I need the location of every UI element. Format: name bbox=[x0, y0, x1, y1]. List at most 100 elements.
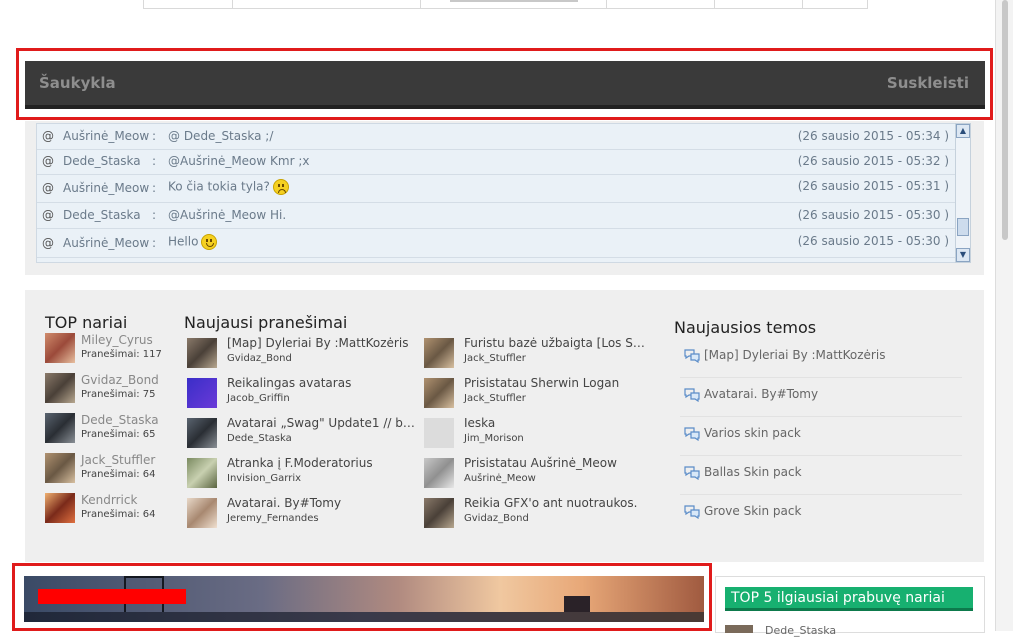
top5-title: TOP 5 ilgiausiai prabuvę nariai bbox=[731, 590, 945, 606]
mention-icon[interactable]: @ bbox=[42, 208, 54, 222]
shout-time: (26 sausio 2015 - 05:30 ) bbox=[797, 234, 949, 248]
avatar[interactable] bbox=[187, 338, 217, 368]
page-scrollbar[interactable] bbox=[995, 0, 1013, 631]
post-author[interactable]: Jacob_Griffin bbox=[227, 393, 290, 404]
mention-icon[interactable]: @ bbox=[42, 154, 54, 168]
shout-user[interactable]: Dede_Staska bbox=[63, 208, 141, 222]
shout-separator: : bbox=[152, 208, 157, 222]
shout-user[interactable]: Aušrinė_Meow bbox=[63, 129, 149, 143]
topic-item[interactable]: Ballas Skin pack bbox=[680, 456, 962, 495]
top-navigation bbox=[143, 0, 868, 9]
nav-tab[interactable] bbox=[715, 0, 803, 8]
post-item[interactable]: Ieska Jim_Morison bbox=[424, 416, 654, 452]
post-item[interactable]: Reikalingas avataras Jacob_Griffin bbox=[187, 376, 417, 412]
post-title[interactable]: Avatarai „Swag" Update1 // by… bbox=[227, 416, 415, 430]
avatar[interactable] bbox=[45, 413, 75, 443]
post-author[interactable]: Aušrinė_Meow bbox=[464, 473, 536, 484]
member-name[interactable]: Dede_Staska bbox=[81, 413, 159, 427]
post-title[interactable]: Prisistatau Sherwin Logan bbox=[464, 376, 652, 390]
member-name[interactable]: Jack_Stuffler bbox=[81, 453, 155, 467]
member-posts: Pranešimai: 65 bbox=[81, 429, 156, 440]
post-title[interactable]: Furistu bazė užbaigta [Los Sa… bbox=[464, 336, 652, 350]
scroll-up-icon[interactable]: ▲ bbox=[956, 124, 970, 138]
topic-item[interactable]: [Map] Dyleriai By :MattKozėris bbox=[680, 339, 962, 378]
avatar[interactable] bbox=[187, 418, 217, 448]
avatar[interactable] bbox=[45, 333, 75, 363]
nav-tab[interactable] bbox=[233, 0, 421, 8]
mention-icon[interactable]: @ bbox=[42, 181, 54, 195]
avatar[interactable] bbox=[424, 498, 454, 528]
topic-item[interactable]: Grove Skin pack bbox=[680, 495, 962, 533]
shoutbox-scrollbar[interactable]: ▲ ▼ bbox=[955, 123, 971, 263]
chat-bubbles-icon bbox=[684, 388, 700, 402]
topic-title[interactable]: Varios skin pack bbox=[704, 426, 801, 440]
post-item[interactable]: Prisistatau Aušrinė_Meow Aušrinė_Meow bbox=[424, 456, 654, 492]
avatar[interactable] bbox=[187, 458, 217, 488]
latest-posts-title: Naujausi pranešimai bbox=[184, 313, 348, 332]
topic-title[interactable]: Grove Skin pack bbox=[704, 504, 801, 518]
avatar[interactable] bbox=[45, 373, 75, 403]
avatar[interactable] bbox=[45, 493, 75, 523]
post-author[interactable]: Jim_Morison bbox=[464, 433, 524, 444]
member-item[interactable]: Jack_Stuffler Pranešimai: 64 bbox=[45, 453, 175, 487]
avatar[interactable] bbox=[45, 453, 75, 483]
post-author[interactable]: Dede_Staska bbox=[227, 433, 292, 444]
shout-message: @Aušrinė_Meow Kmr ;x bbox=[168, 154, 310, 168]
post-title[interactable]: Reikia GFX'o ant nuotraukos. bbox=[464, 496, 652, 510]
post-author[interactable]: Jack_Stuffler bbox=[464, 393, 526, 404]
post-author[interactable]: Gvidaz_Bond bbox=[227, 353, 292, 364]
nav-tab[interactable] bbox=[607, 0, 715, 8]
member-name[interactable]: Kendrrick bbox=[81, 493, 137, 507]
post-author[interactable]: Jack_Stuffler bbox=[464, 353, 526, 364]
post-item[interactable]: Furistu bazė užbaigta [Los Sa… Jack_Stuf… bbox=[424, 336, 654, 372]
shout-time: (26 sausio 2015 - 05:32 ) bbox=[797, 154, 949, 168]
nav-tab[interactable] bbox=[803, 0, 863, 8]
post-title[interactable]: Avatarai. By#Tomy bbox=[227, 496, 415, 510]
avatar[interactable] bbox=[424, 458, 454, 488]
shout-time: (26 sausio 2015 - 05:31 ) bbox=[797, 179, 949, 193]
scroll-thumb[interactable] bbox=[957, 218, 969, 236]
member-item[interactable]: Miley_Cyrus Pranešimai: 117 bbox=[45, 333, 175, 367]
avatar[interactable] bbox=[187, 498, 217, 528]
mention-icon[interactable]: @ bbox=[42, 129, 54, 143]
member-item[interactable]: Kendrrick Pranešimai: 64 bbox=[45, 493, 175, 527]
post-title[interactable]: Reikalingas avataras bbox=[227, 376, 415, 390]
avatar[interactable] bbox=[424, 378, 454, 408]
member-item[interactable]: Dede_Staska Pranešimai: 65 bbox=[45, 413, 175, 447]
topic-title[interactable]: Avatarai. By#Tomy bbox=[704, 387, 818, 401]
topic-item[interactable]: Avatarai. By#Tomy bbox=[680, 378, 962, 417]
topic-item[interactable]: Varios skin pack bbox=[680, 417, 962, 456]
post-author[interactable]: Gvidaz_Bond bbox=[464, 513, 529, 524]
post-title[interactable]: Atranka į F.Moderatorius bbox=[227, 456, 415, 470]
avatar[interactable] bbox=[424, 418, 454, 448]
topic-title[interactable]: Ballas Skin pack bbox=[704, 465, 802, 479]
topic-title[interactable]: [Map] Dyleriai By :MattKozėris bbox=[704, 348, 885, 362]
member-name[interactable]: Miley_Cyrus bbox=[81, 333, 153, 347]
post-title[interactable]: Ieska bbox=[464, 416, 652, 430]
scroll-down-icon[interactable]: ▼ bbox=[956, 248, 970, 262]
post-item[interactable]: Avatarai. By#Tomy Jeremy_Fernandes bbox=[187, 496, 417, 532]
member-posts: Pranešimai: 117 bbox=[81, 349, 162, 360]
post-item[interactable]: Atranka į F.Moderatorius Invision_Garrix bbox=[187, 456, 417, 492]
mention-icon[interactable]: @ bbox=[42, 236, 54, 250]
avatar[interactable] bbox=[725, 625, 753, 633]
post-item[interactable]: Reikia GFX'o ant nuotraukos. Gvidaz_Bond bbox=[424, 496, 654, 532]
post-author[interactable]: Invision_Garrix bbox=[227, 473, 301, 484]
post-title[interactable]: Prisistatau Aušrinė_Meow bbox=[464, 456, 652, 470]
post-item[interactable]: [Map] Dyleriai By :MattKozėris Gvidaz_Bo… bbox=[187, 336, 417, 372]
shout-user[interactable]: Aušrinė_Meow bbox=[63, 236, 149, 250]
nav-tab[interactable] bbox=[144, 0, 233, 8]
post-author[interactable]: Jeremy_Fernandes bbox=[227, 513, 319, 524]
member-name[interactable]: Gvidaz_Bond bbox=[81, 373, 159, 387]
shout-user[interactable]: Dede_Staska bbox=[63, 154, 141, 168]
member-item[interactable]: Gvidaz_Bond Pranešimai: 75 bbox=[45, 373, 175, 407]
chat-bubbles-icon bbox=[684, 349, 700, 363]
post-item[interactable]: Prisistatau Sherwin Logan Jack_Stuffler bbox=[424, 376, 654, 412]
avatar[interactable] bbox=[424, 338, 454, 368]
avatar[interactable] bbox=[187, 378, 217, 408]
shout-message: Hello bbox=[168, 234, 218, 250]
post-item[interactable]: Avatarai „Swag" Update1 // by… Dede_Stas… bbox=[187, 416, 417, 452]
post-title[interactable]: [Map] Dyleriai By :MattKozėris bbox=[227, 336, 415, 350]
shout-user[interactable]: Aušrinė_Meow bbox=[63, 181, 149, 195]
page-scrollbar-thumb[interactable] bbox=[1002, 0, 1008, 240]
